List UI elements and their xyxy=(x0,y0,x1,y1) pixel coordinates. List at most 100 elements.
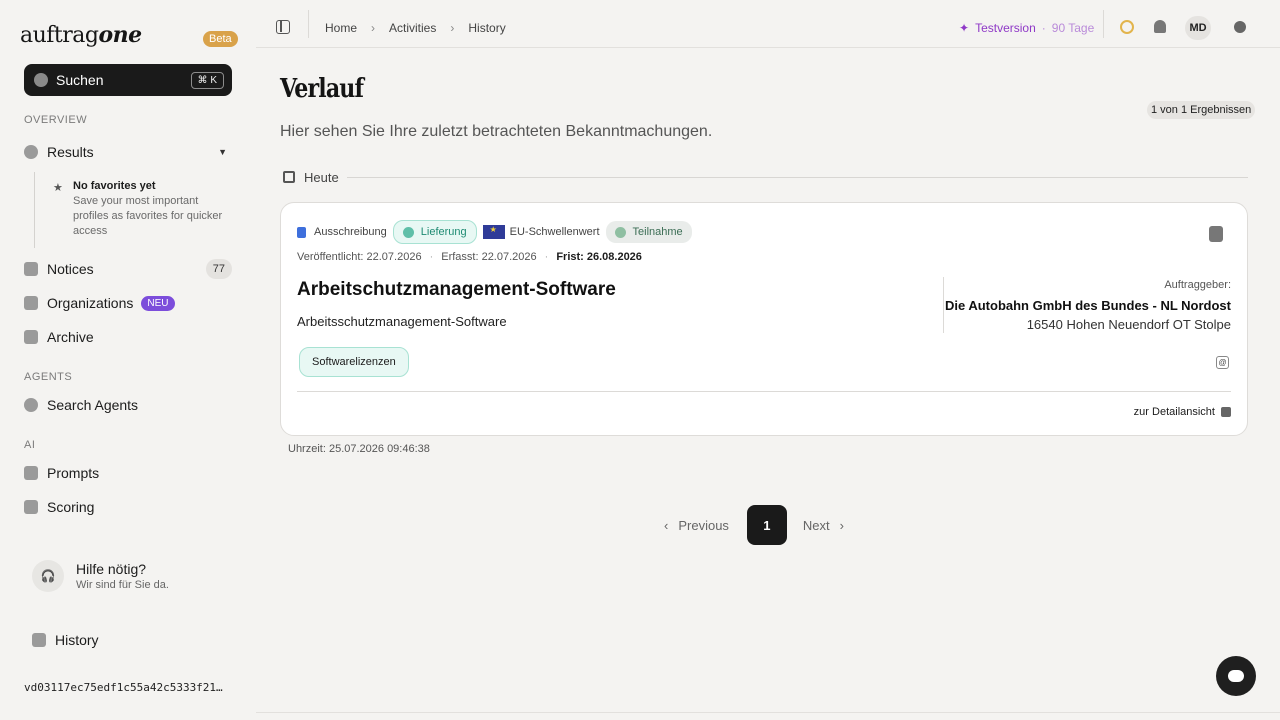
trial-badge[interactable]: ✦ Testversion · 90 Tage xyxy=(959,21,1094,35)
sidebar-item-history[interactable]: History xyxy=(32,627,232,653)
scoring-icon xyxy=(24,500,38,514)
favorites-description: Save your most important profiles as fav… xyxy=(73,195,223,237)
chip-icon xyxy=(24,466,38,480)
sidebar-item-label: Scoring xyxy=(47,499,95,515)
notices-count: 77 xyxy=(205,259,232,279)
arrow-right-icon xyxy=(1221,407,1231,417)
history-icon xyxy=(32,633,46,647)
captured-date: Erfasst: 22.07.2026 xyxy=(441,251,537,263)
tag-lieferung: Lieferung xyxy=(392,220,477,244)
divider xyxy=(346,176,1248,178)
previous-button[interactable]: ‹ Previous xyxy=(664,518,729,533)
theme-toggle-icon[interactable] xyxy=(1120,20,1134,34)
day-label: Heute xyxy=(304,169,339,185)
tag-teilnahme-label: Teilnahme xyxy=(632,226,683,238)
detail-link[interactable]: zur Detailansicht xyxy=(1134,406,1231,418)
bell-icon[interactable] xyxy=(1154,20,1166,33)
viewed-time: Uhrzeit: 25.07.2026 09:46:38 xyxy=(288,443,430,455)
notice-card[interactable]: Ausschreibung Lieferung EU-Schwellenwert… xyxy=(280,202,1248,436)
sidebar-item-notices[interactable]: Notices 77 xyxy=(24,256,232,282)
sidebar-item-organizations[interactable]: Organizations NEU xyxy=(24,290,232,316)
section-label-overview: OVERVIEW xyxy=(24,114,88,126)
breadcrumb-activities[interactable]: Activities xyxy=(389,21,436,35)
app-logo[interactable]: auftragone xyxy=(20,22,142,48)
building-icon xyxy=(24,296,38,310)
sidebar-item-archive[interactable]: Archive xyxy=(24,324,232,350)
search-icon xyxy=(34,73,48,87)
gear-icon[interactable] xyxy=(1234,21,1246,33)
help-subtitle: Wir sind für Sie da. xyxy=(76,579,169,591)
document-icon xyxy=(297,226,306,238)
at-icon[interactable]: @ xyxy=(1216,356,1229,369)
divider xyxy=(256,712,1280,713)
eu-flag-icon xyxy=(482,225,505,239)
chevron-left-icon: ‹ xyxy=(664,517,669,533)
sidebar-item-prompts[interactable]: Prompts xyxy=(24,460,232,486)
archive-icon xyxy=(24,330,38,344)
top-bar: Home › Activities › History ✦ Testversio… xyxy=(256,0,1280,48)
chevron-right-icon: › xyxy=(839,517,844,533)
sidebar-item-results[interactable]: Results ▼ xyxy=(24,139,232,165)
tag-eu: EU-Schwellenwert xyxy=(482,225,600,239)
next-button[interactable]: Next › xyxy=(803,518,844,533)
sidebar-item-scoring[interactable]: Scoring xyxy=(24,494,232,520)
client-address: 16540 Hohen Neuendorf OT Stolpe xyxy=(1026,317,1231,332)
search-agent-icon xyxy=(24,398,38,412)
tag-eu-label: EU-Schwellenwert xyxy=(509,226,600,238)
headphones-icon: 🎧 xyxy=(32,560,64,592)
sidebar-item-label: Organizations xyxy=(47,295,134,311)
tag-lieferung-label: Lieferung xyxy=(420,226,467,238)
sidebar-item-label: Results xyxy=(47,144,94,160)
breadcrumb-history: History xyxy=(468,21,506,35)
calendar-icon xyxy=(283,171,295,183)
sidebar-item-label: History xyxy=(55,632,99,648)
client-name: Die Autobahn GmbH des Bundes - NL Nordos… xyxy=(944,298,1231,313)
check-circle-icon xyxy=(614,226,626,238)
help-widget[interactable]: 🎧 Hilfe nötig? Wir sind für Sie da. xyxy=(24,554,232,598)
divider xyxy=(297,391,1231,392)
dot-separator: · xyxy=(429,251,434,263)
breadcrumb: Home › Activities › History xyxy=(325,21,506,35)
package-icon xyxy=(402,226,414,238)
beta-badge: Beta xyxy=(203,31,238,47)
new-badge: NEU xyxy=(141,295,175,311)
sidebar-item-search-agents[interactable]: Search Agents xyxy=(24,392,232,418)
client-info: Auftraggeber: Die Autobahn GmbH des Bund… xyxy=(945,279,1231,332)
page-subtitle: Hier sehen Sie Ihre zuletzt betrachteten… xyxy=(280,123,713,140)
tag-type: Ausschreibung xyxy=(297,226,387,238)
divider xyxy=(308,10,309,38)
day-group-header: Heute xyxy=(280,168,1248,186)
chat-button[interactable] xyxy=(1216,656,1256,696)
sidebar-toggle-icon[interactable] xyxy=(276,20,290,34)
notice-title[interactable]: Arbeitschutzmanagement-Software xyxy=(297,279,616,301)
dot-separator: · xyxy=(544,251,549,263)
sidebar-item-label: Notices xyxy=(47,261,94,277)
chevron-right-icon: › xyxy=(450,21,455,35)
section-label-agents: AGENTS xyxy=(24,371,73,383)
bookmark-icon[interactable] xyxy=(1209,226,1223,242)
page-title: Verlauf xyxy=(280,74,364,104)
divider xyxy=(1103,10,1104,38)
star-icon: ★ xyxy=(53,182,63,194)
results-icon xyxy=(24,145,38,159)
chat-icon xyxy=(1228,670,1244,682)
tag-teilnahme: Teilnahme xyxy=(605,221,692,243)
help-title: Hilfe nötig? xyxy=(76,561,147,577)
sidebar-item-label: Search Agents xyxy=(47,397,139,413)
trial-days: 90 Tage xyxy=(1051,21,1095,35)
tag-type-label: Ausschreibung xyxy=(314,226,387,238)
breadcrumb-home[interactable]: Home xyxy=(325,21,357,35)
search-button[interactable]: Suchen ⌘ K xyxy=(24,64,232,96)
chevron-right-icon: › xyxy=(371,21,376,35)
search-shortcut: ⌘ K xyxy=(190,71,224,89)
previous-label: Previous xyxy=(678,517,729,533)
favorites-empty-state: ★ No favorites yet Save your most import… xyxy=(34,172,234,248)
build-hash: vd03117ec75edf1c55a42c5333f21… xyxy=(24,681,223,694)
chevron-down-icon[interactable]: ▼ xyxy=(218,147,227,157)
avatar[interactable]: MD xyxy=(1185,16,1211,40)
page-button-current[interactable]: 1 xyxy=(746,505,787,545)
favorites-title: No favorites yet xyxy=(73,180,156,192)
magic-wand-icon: ✦ xyxy=(959,21,970,35)
trial-dot: · xyxy=(1041,21,1046,35)
cpv-tag[interactable]: Softwarelizenzen xyxy=(299,347,409,377)
